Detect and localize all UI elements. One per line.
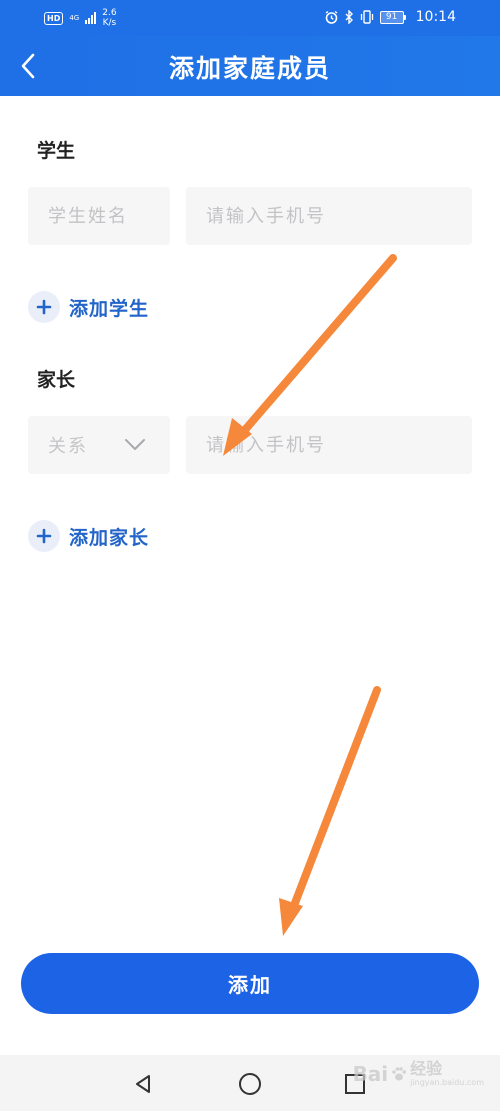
relation-placeholder: 关系 bbox=[48, 436, 88, 457]
battery-icon: 91 bbox=[379, 10, 406, 24]
watermark-cn: 经验 bbox=[410, 1059, 443, 1078]
back-triangle-icon bbox=[136, 1075, 150, 1093]
app-header: 添加家庭成员 bbox=[0, 36, 500, 96]
signal-icon bbox=[85, 12, 97, 24]
network-type: 4G bbox=[69, 14, 80, 22]
baidu-watermark: Bai 经验 jingyan.baidu.com bbox=[352, 1059, 484, 1088]
annotation-arrows bbox=[223, 254, 397, 936]
watermark-logo: Bai bbox=[352, 1061, 389, 1086]
status-left: HD 4G 2.6 K/s bbox=[44, 8, 117, 28]
parent-section-title: 家长 bbox=[37, 369, 76, 391]
annotation-arrow-lower bbox=[279, 686, 381, 936]
status-bar: HD 4G 2.6 K/s 91 10:14 bbox=[0, 0, 500, 36]
status-time: 10:14 bbox=[415, 9, 456, 25]
watermark-url: jingyan.baidu.com bbox=[410, 1078, 484, 1087]
relation-select[interactable]: 关系 bbox=[28, 416, 170, 474]
plus-icon bbox=[28, 291, 60, 323]
student-name-field[interactable] bbox=[28, 187, 170, 245]
parent-phone-field[interactable] bbox=[186, 416, 472, 474]
nav-back-button[interactable] bbox=[128, 1069, 158, 1099]
paw-icon bbox=[392, 1066, 407, 1080]
student-section-title: 学生 bbox=[37, 140, 76, 162]
network-speed-unit: K/s bbox=[102, 18, 117, 28]
submit-add-button[interactable]: 添加 bbox=[21, 953, 479, 1014]
status-right: 91 10:14 bbox=[324, 9, 456, 25]
nav-home-button[interactable] bbox=[235, 1069, 265, 1099]
plus-icon bbox=[28, 520, 60, 552]
vibrate-icon bbox=[360, 10, 374, 24]
add-parent-button[interactable]: 添加家长 bbox=[28, 520, 149, 552]
home-circle-icon bbox=[239, 1073, 261, 1095]
parent-phone-input[interactable] bbox=[206, 434, 472, 456]
hd-badge: HD bbox=[44, 11, 64, 25]
student-phone-field[interactable] bbox=[186, 187, 472, 245]
alarm-icon bbox=[324, 10, 339, 25]
network-speed-value: 2.6 bbox=[102, 8, 117, 18]
add-student-label: 添加学生 bbox=[69, 297, 150, 320]
battery-level: 91 bbox=[379, 10, 404, 24]
network-speed: 2.6 K/s bbox=[102, 8, 116, 28]
add-student-button[interactable]: 添加学生 bbox=[28, 291, 149, 323]
student-name-input[interactable] bbox=[48, 205, 170, 227]
chevron-down-icon bbox=[125, 439, 145, 450]
student-phone-input[interactable] bbox=[206, 205, 472, 227]
bluetooth-icon bbox=[345, 10, 354, 24]
page-title: 添加家庭成员 bbox=[168, 54, 331, 83]
add-parent-label: 添加家长 bbox=[69, 526, 150, 549]
